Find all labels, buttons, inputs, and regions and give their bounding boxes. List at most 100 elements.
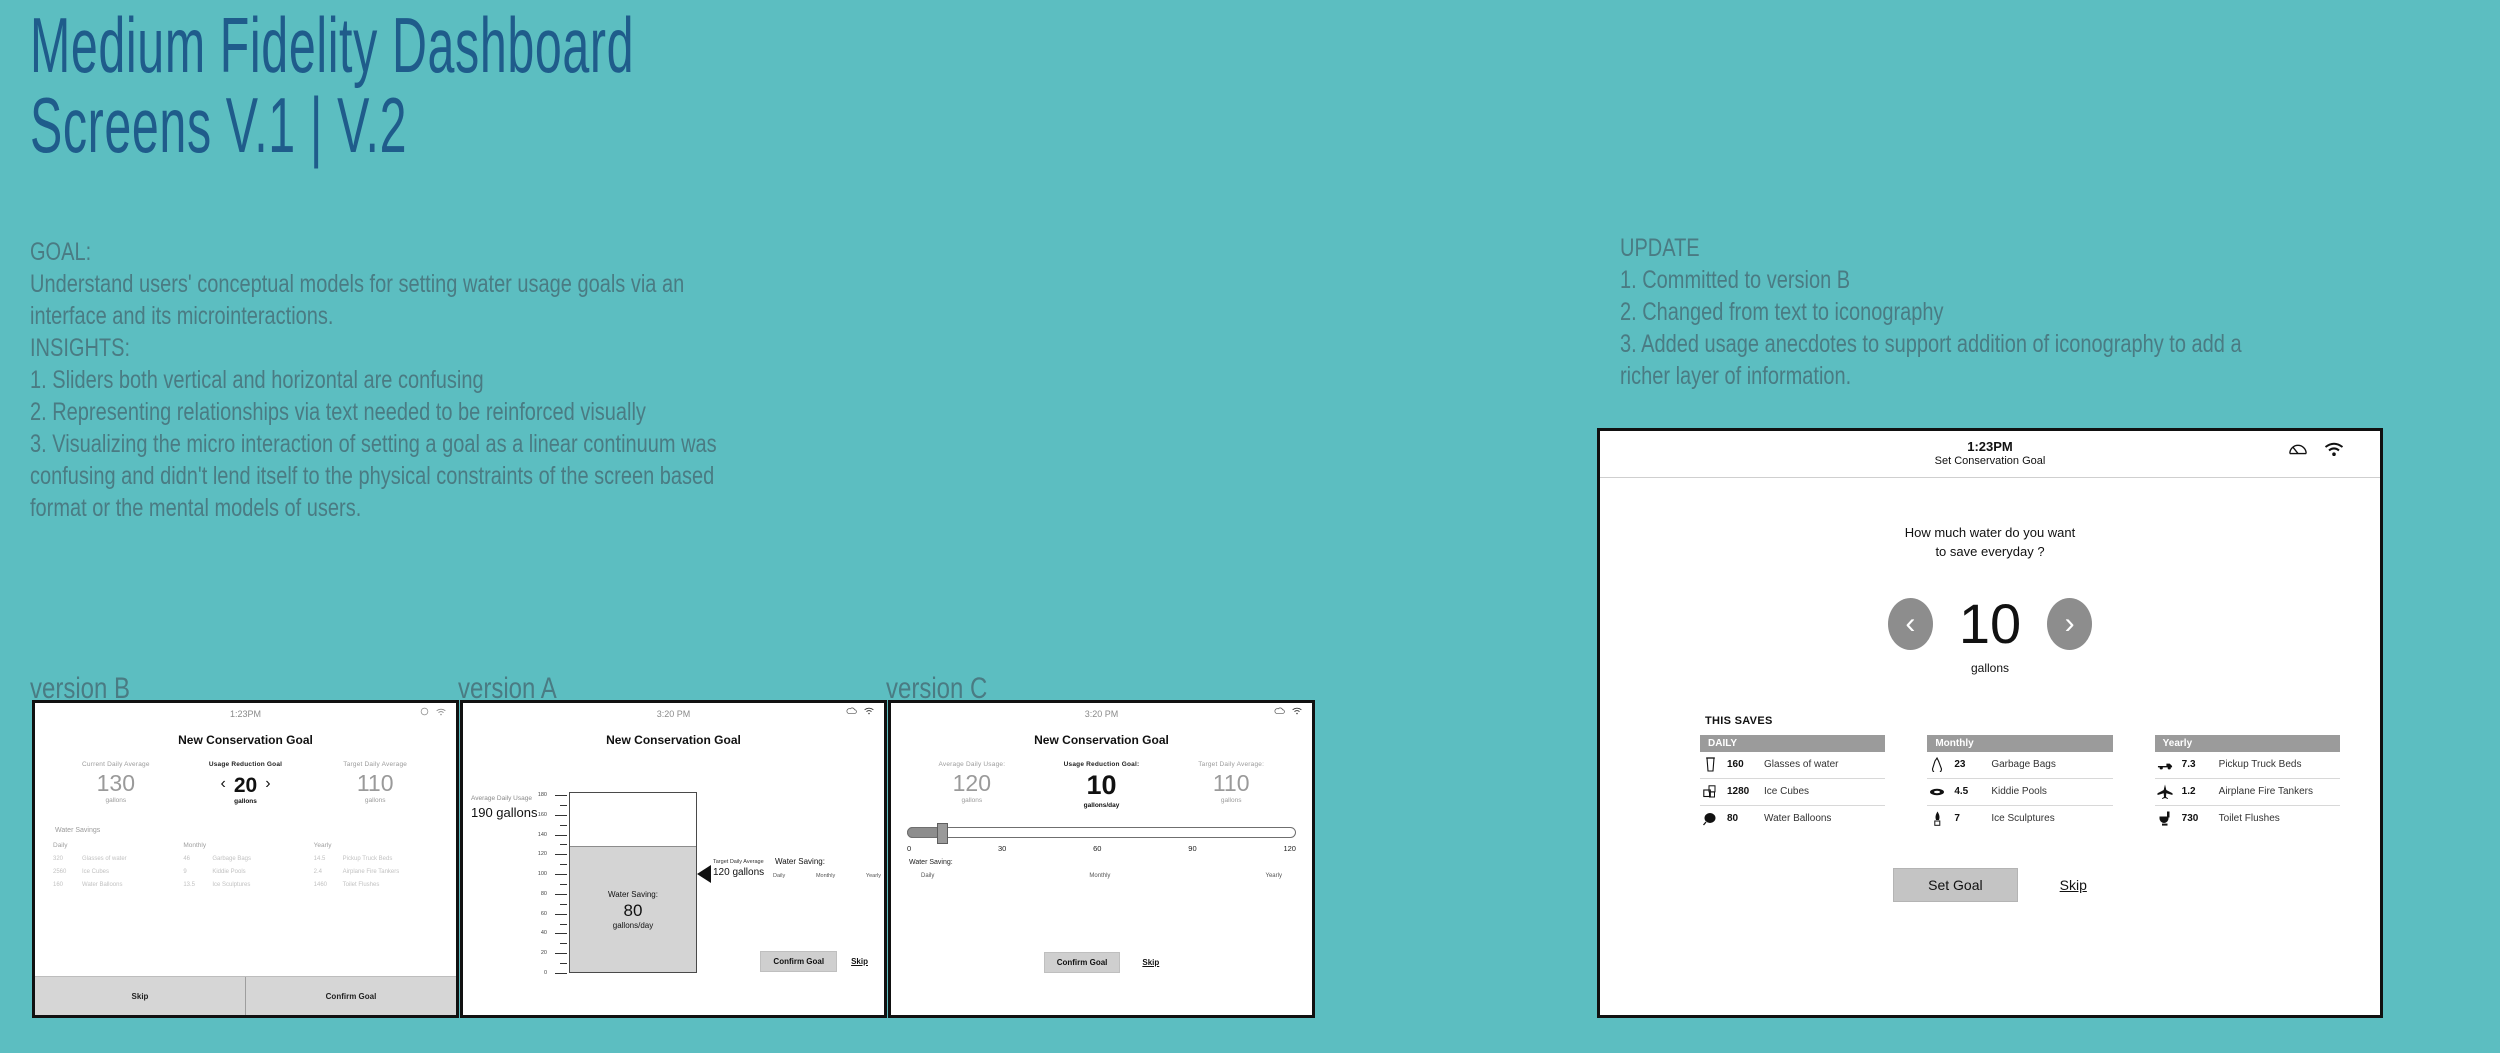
increment-button[interactable]: › bbox=[2047, 597, 2093, 650]
skip-button[interactable]: Skip bbox=[1142, 958, 1159, 967]
page-title: Medium Fidelity Dashboard Screens V.1 | … bbox=[30, 1, 635, 169]
goal-unit: gallons bbox=[234, 798, 257, 806]
goal-insights-text: GOAL: Understand users' conceptual model… bbox=[30, 238, 717, 522]
column-header: Yearly bbox=[2154, 734, 2340, 752]
decrement-button[interactable]: ‹ bbox=[221, 775, 226, 793]
slider-track[interactable] bbox=[907, 826, 1296, 838]
slider-fill bbox=[907, 826, 941, 838]
mockup-final-version: 1:23PM Set Conservation Goal How much wa… bbox=[1597, 428, 2383, 1018]
average-daily-usage: Average Daily Usage: 120 gallons bbox=[907, 761, 1037, 809]
goal-unit: gallons bbox=[1970, 660, 2010, 675]
table-row: 160 Water Balloons bbox=[53, 882, 123, 889]
confirm-goal-button[interactable]: Confirm Goal bbox=[1043, 952, 1121, 973]
axis-tick bbox=[555, 933, 567, 935]
axis-tick-minor bbox=[560, 844, 567, 846]
axis-tick-minor bbox=[560, 884, 567, 885]
pickup-truck-icon bbox=[2157, 757, 2173, 773]
scale-tick: 60 bbox=[1093, 843, 1102, 853]
goal-summary-row: Current Daily Average 130 gallons Usage … bbox=[35, 761, 456, 805]
axis-tick-label: 40 bbox=[540, 930, 547, 937]
current-value: 120 bbox=[952, 770, 992, 796]
goal-slider[interactable] bbox=[907, 822, 1296, 844]
goal-caption: Usage Reduction Goal: bbox=[1063, 761, 1140, 768]
confirm-goal-button[interactable]: Confirm Goal bbox=[246, 977, 456, 1015]
axis-tick bbox=[555, 854, 567, 856]
this-saves-header: THIS SAVES bbox=[1705, 714, 1773, 727]
chart-axis: 180 160 140 120 100 80 60 40 20 0 bbox=[538, 792, 567, 976]
table-row: 2560 Ice Cubes bbox=[53, 869, 110, 876]
table-row: 9 Kiddie Pools bbox=[183, 869, 246, 876]
savings-column-yearly: Yearly 7.3 Pickup Truck Beds 1.2 Airplan… bbox=[2154, 734, 2340, 832]
status-bar: 3:20 PM bbox=[891, 703, 1312, 725]
skip-button[interactable]: Skip bbox=[851, 957, 868, 966]
current-caption: Average Daily Usage: bbox=[938, 761, 1006, 768]
current-value: 130 bbox=[96, 770, 136, 796]
usage-chart: Average Daily Usage 190 gallons 180 160 14… bbox=[463, 747, 884, 1002]
axis-tick bbox=[555, 795, 567, 796]
footer-actions: Set Goal Skip bbox=[1600, 867, 2380, 902]
goal-stepper: ‹ 20 › bbox=[181, 771, 311, 797]
set-goal-button[interactable]: Set Goal bbox=[1893, 867, 2018, 902]
decrement-button[interactable]: ‹ bbox=[1887, 597, 1933, 650]
skip-button[interactable]: Skip bbox=[2060, 877, 2087, 893]
water-saving-header: Water Saving: bbox=[775, 857, 825, 866]
table-row: 320 Glasses of water bbox=[53, 856, 127, 863]
table-row: 4.5 Kiddie Pools bbox=[1927, 779, 2113, 806]
saving-label: Water Saving: bbox=[608, 889, 658, 899]
column-header: Monthly bbox=[183, 842, 207, 850]
target-daily-average: Target Daily Average: 110 gallons bbox=[1166, 761, 1296, 809]
axis-tick-label: 0 bbox=[543, 970, 547, 976]
slider-scale: 0 30 60 90 120 bbox=[907, 844, 1296, 853]
axis-tick bbox=[555, 953, 567, 955]
column-header: Yearly bbox=[313, 842, 332, 850]
axis-tick-label: 180 bbox=[537, 792, 547, 798]
table-row: 1460 Toilet Flushes bbox=[313, 882, 380, 889]
savings-column-daily: DAILY 160 Glasses of water 1280 Ice Cube… bbox=[1700, 734, 1886, 832]
goal-value: 20 bbox=[233, 774, 258, 797]
goal-stepper: ‹ 10 › bbox=[1600, 591, 2380, 655]
table-row: 46 Garbage Bags bbox=[183, 856, 252, 863]
axis-tick-label: 120 bbox=[537, 851, 547, 858]
water-savings-table: Daily 320 Glasses of water 2560 Ice Cubes … bbox=[35, 842, 456, 895]
current-unit: gallons bbox=[961, 797, 983, 805]
status-icons bbox=[846, 707, 874, 715]
column-header: Daily bbox=[921, 872, 935, 879]
axis-tick-minor bbox=[560, 963, 567, 965]
axis-tick-label: 60 bbox=[540, 910, 547, 917]
target-unit: gallons bbox=[364, 797, 386, 805]
water-saving-fill[interactable]: Water Saving: 80 gallons/day bbox=[570, 846, 696, 972]
water-savings-header: Water Savings bbox=[55, 827, 101, 835]
confirm-goal-button[interactable]: Confirm Goal bbox=[760, 951, 838, 972]
status-bar: 1:23PM bbox=[35, 703, 456, 725]
slider-handle[interactable] bbox=[937, 822, 948, 844]
status-icons bbox=[2288, 441, 2344, 457]
target-pointer-icon[interactable] bbox=[697, 865, 711, 883]
table-row: 1280 Ice Cubes bbox=[1700, 779, 1886, 806]
column-header: Yearly bbox=[1265, 872, 1282, 879]
wifi-icon bbox=[864, 707, 874, 715]
goal-caption: Usage Reduction Goal bbox=[208, 761, 283, 768]
prompt-text: How much water do you want to save every… bbox=[1904, 525, 2076, 559]
increment-button[interactable]: › bbox=[265, 775, 270, 793]
axis-tick-label: 140 bbox=[537, 831, 547, 838]
savings-column-monthly: Monthly 46 Garbage Bags 9 Kiddie Pools 13.… bbox=[183, 842, 307, 895]
table-row: 1.2 Airplane Fire Tankers bbox=[2154, 779, 2340, 806]
skip-button[interactable]: Skip bbox=[35, 977, 246, 1015]
table-row: 2.4 Airplane Fire Tankers bbox=[313, 869, 400, 876]
status-time: 1:23PM bbox=[1967, 439, 2013, 454]
toilet-icon bbox=[2157, 811, 2173, 827]
axis-tick-label: 160 bbox=[537, 811, 547, 818]
axis-tick bbox=[555, 913, 567, 915]
cloud-icon bbox=[1274, 707, 1285, 714]
axis-tick-label: 20 bbox=[540, 950, 547, 957]
column-header: Monthly bbox=[1927, 734, 2113, 752]
goal-value: 10 bbox=[1958, 591, 2022, 655]
goal-unit: gallons/day bbox=[1083, 801, 1120, 809]
footer-actions: Skip Confirm Goal bbox=[35, 976, 456, 1015]
wifi-icon bbox=[436, 708, 446, 715]
table-row: 23 Garbage Bags bbox=[1927, 752, 2113, 779]
kiddie-pool-icon bbox=[1929, 784, 1945, 800]
status-bar: 3:20 PM bbox=[463, 703, 884, 725]
current-caption: Current Daily Average bbox=[82, 761, 150, 768]
column-header: Daily bbox=[773, 873, 786, 879]
